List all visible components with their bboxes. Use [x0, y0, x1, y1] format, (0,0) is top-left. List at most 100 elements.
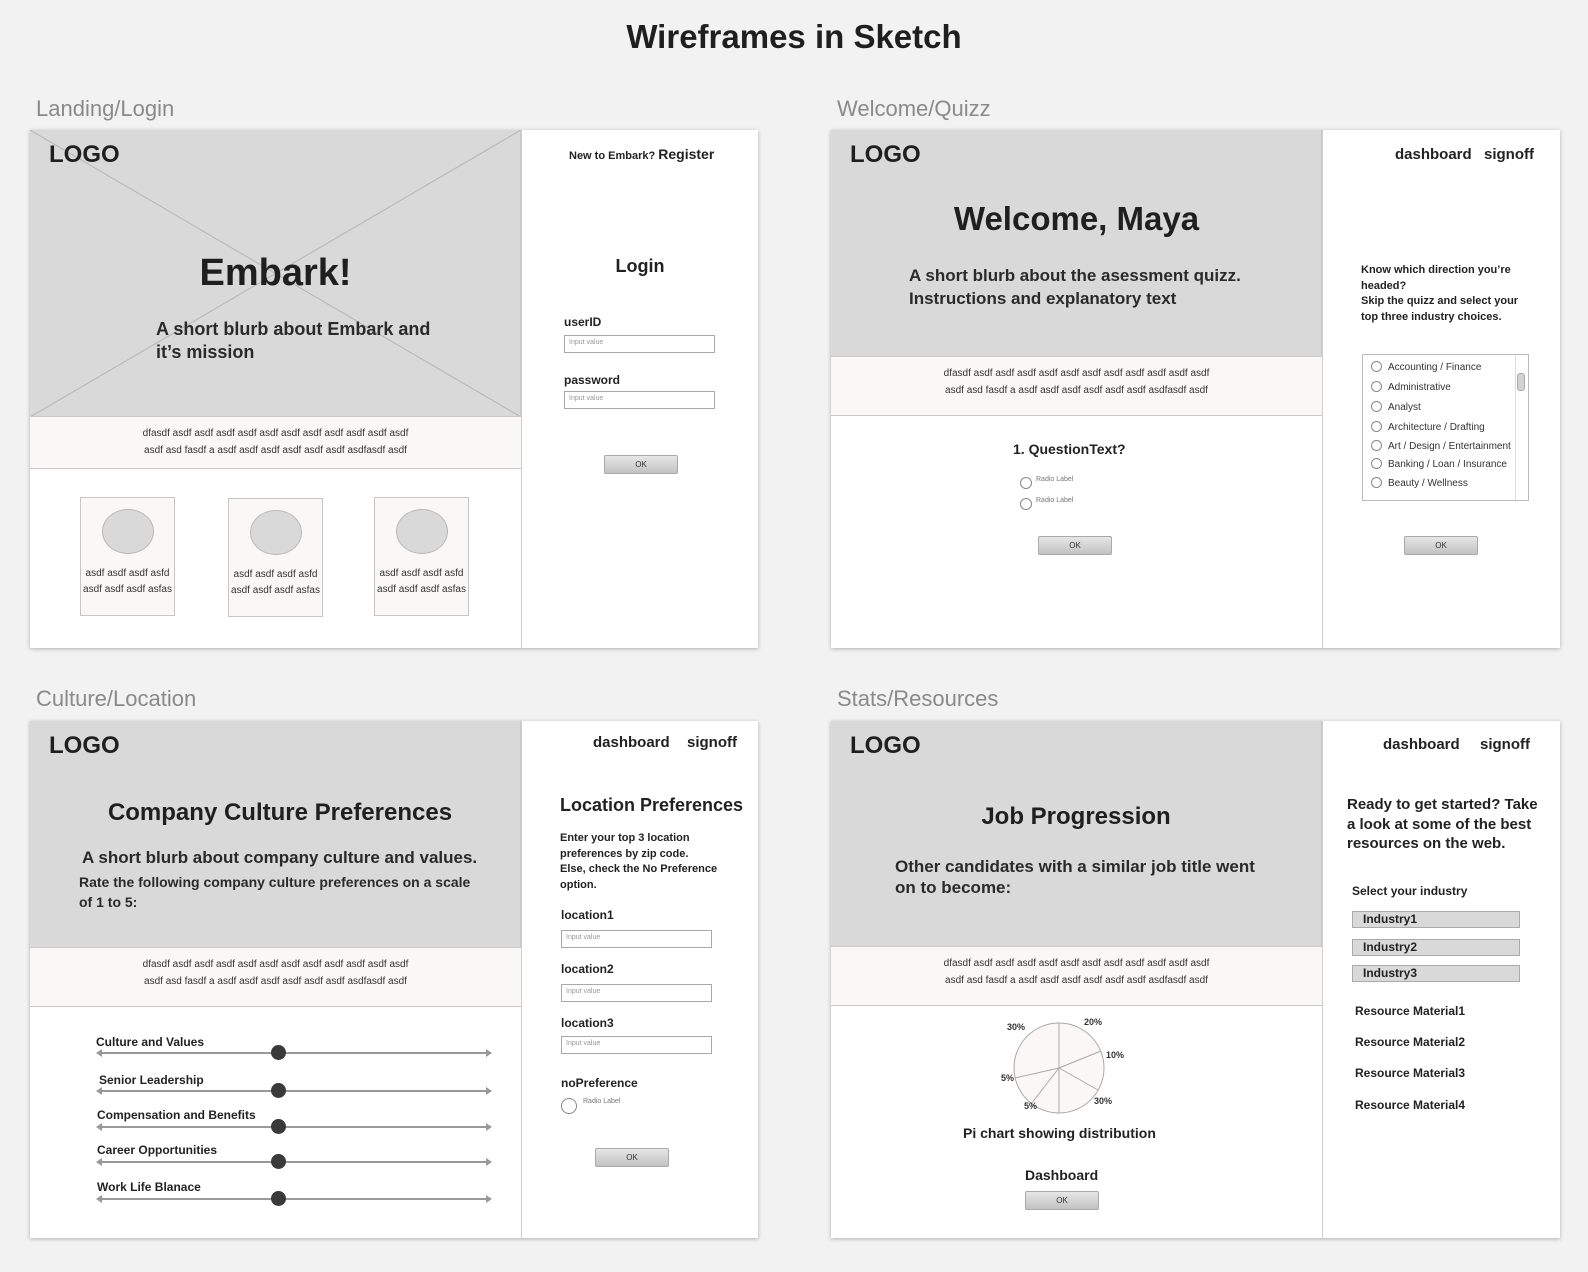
location2-input[interactable]: Input value — [561, 984, 712, 1002]
list-item[interactable]: Banking / Loan / Insurance — [1371, 458, 1507, 470]
feature-card[interactable]: asdf asdf asdf asfd asdf asdf asdf asfas — [80, 497, 175, 616]
info-strip: dfasdf asdf asdf asdf asdf asdf asdf asd… — [30, 416, 521, 469]
hero-instructions: Rate the following company culture prefe… — [79, 874, 471, 910]
artboard-label-welcome: Welcome/Quizz — [837, 96, 991, 121]
password-label: password — [564, 373, 621, 387]
location-instructions: Enter your top 3 location preferences by… — [560, 832, 718, 891]
radio-button[interactable] — [1371, 477, 1382, 488]
list-item[interactable]: Analyst — [1371, 401, 1421, 413]
radio-button[interactable] — [1371, 381, 1382, 392]
artboard-stats-resources: LOGO Job Progression Other candidates wi… — [831, 721, 1560, 1238]
logo[interactable]: LOGO — [49, 141, 120, 169]
scrollbar-thumb[interactable] — [1517, 373, 1525, 391]
info-strip: dfasdf asdf asdf asdf asdf asdf asdf asd… — [831, 356, 1322, 416]
nav-signoff[interactable]: signoff — [687, 734, 737, 751]
nav-dashboard[interactable]: dashboard — [593, 734, 670, 751]
career-opportunities-slider[interactable] — [96, 1158, 492, 1166]
industry-option[interactable]: Industry2 — [1352, 939, 1520, 956]
register-prompt: New to Embark? Register — [569, 146, 715, 162]
radio-button[interactable] — [1371, 401, 1382, 412]
hero-blurb: A short blurb about company culture and … — [82, 848, 478, 867]
location1-input[interactable]: Input value — [561, 930, 712, 948]
quiz-ok-button[interactable]: OK — [1038, 536, 1112, 555]
industry-ok-button[interactable]: OK — [1404, 536, 1478, 555]
pie-label: 20% — [1084, 1017, 1103, 1027]
panel-divider — [1322, 721, 1323, 1238]
slider-handle[interactable] — [271, 1191, 286, 1206]
radio-label: Radio Label — [583, 1098, 621, 1105]
resource-link[interactable]: Resource Material2 — [1355, 1035, 1465, 1049]
dashboard-heading: Dashboard — [1025, 1167, 1099, 1183]
feature-card[interactable]: asdf asdf asdf asfd asdf asdf asdf asfas — [228, 498, 323, 617]
avatar — [249, 510, 302, 555]
avatar — [395, 509, 448, 554]
list-item[interactable]: Beauty / Wellness — [1371, 477, 1468, 489]
dashboard-ok-button[interactable]: OK — [1025, 1191, 1099, 1210]
artboard-welcome-quizz: LOGO Welcome, Maya A short blurb about t… — [831, 130, 1560, 648]
info-strip: dfasdf asdf asdf asdf asdf asdf asdf asd… — [831, 946, 1322, 1006]
compensation-slider[interactable] — [96, 1123, 492, 1131]
list-item[interactable]: Art / Design / Entertainment — [1371, 440, 1511, 452]
hero-title: Company Culture Preferences — [107, 799, 453, 826]
radio-button[interactable] — [1020, 498, 1032, 510]
pie-label: 30% — [1094, 1096, 1113, 1106]
radio-label: Radio Label — [1036, 476, 1074, 483]
hero-blurb: Other candidates with a similar job titl… — [895, 857, 1255, 897]
register-link[interactable]: Register — [658, 146, 714, 162]
list-item[interactable]: Architecture / Drafting — [1371, 421, 1485, 433]
location-title: Location Preferences — [560, 795, 744, 815]
radio-button[interactable] — [1371, 458, 1382, 469]
userid-input[interactable]: Input value — [564, 335, 715, 353]
resource-link[interactable]: Resource Material1 — [1355, 1004, 1465, 1018]
slider-label: Senior Leadership — [99, 1073, 204, 1087]
nav-signoff[interactable]: signoff — [1480, 736, 1530, 753]
industry-option[interactable]: Industry3 — [1352, 965, 1520, 982]
hero-title: Embark! — [199, 252, 352, 294]
scrollbar[interactable] — [1515, 355, 1527, 500]
panel-divider — [521, 721, 522, 1238]
location3-input[interactable]: Input value — [561, 1036, 712, 1054]
list-item[interactable]: Administrative — [1371, 381, 1451, 393]
select-industry-label: Select your industry — [1352, 884, 1468, 898]
radio-button[interactable] — [1020, 477, 1032, 489]
work-life-balance-slider[interactable] — [96, 1195, 492, 1203]
feature-card[interactable]: asdf asdf asdf asfd asdf asdf asdf asfas — [374, 497, 469, 616]
logo[interactable]: LOGO — [49, 732, 120, 760]
nav-dashboard[interactable]: dashboard — [1395, 146, 1472, 163]
location-ok-button[interactable]: OK — [595, 1148, 669, 1167]
resource-link[interactable]: Resource Material4 — [1355, 1098, 1465, 1112]
culture-values-slider[interactable] — [96, 1049, 492, 1057]
radio-button[interactable] — [1371, 361, 1382, 372]
slider-handle[interactable] — [271, 1045, 286, 1060]
slider-handle[interactable] — [271, 1083, 286, 1098]
password-input[interactable]: Input value — [564, 391, 715, 409]
artboard-label-culture: Culture/Location — [36, 686, 197, 711]
senior-leadership-slider[interactable] — [96, 1087, 492, 1095]
panel-divider — [1322, 130, 1323, 648]
resource-link[interactable]: Resource Material3 — [1355, 1066, 1465, 1080]
hero-blurb: A short blurb about Embark and it’s miss… — [156, 319, 431, 362]
radio-button[interactable] — [1371, 440, 1382, 451]
no-preference-radio[interactable] — [561, 1098, 577, 1114]
hero-blurb: A short blurb about the asessment quizz.… — [909, 266, 1241, 308]
list-item[interactable]: Accounting / Finance — [1371, 361, 1481, 373]
industry-option[interactable]: Industry1 — [1352, 911, 1520, 928]
artboard-culture-location: LOGO Company Culture Preferences A short… — [30, 721, 758, 1238]
pie-caption: Pi chart showing distribution — [963, 1125, 1156, 1141]
artboard-label-stats: Stats/Resources — [837, 686, 999, 711]
pie-label: 5% — [1024, 1101, 1038, 1111]
resources-intro: Ready to get started? Take a look at som… — [1347, 796, 1538, 852]
pie-label: 5% — [1001, 1073, 1015, 1083]
login-ok-button[interactable]: OK — [604, 455, 678, 474]
hero-title: Job Progression — [981, 803, 1171, 830]
slider-handle[interactable] — [271, 1154, 286, 1169]
nav-dashboard[interactable]: dashboard — [1383, 736, 1460, 753]
nav-signoff[interactable]: signoff — [1484, 146, 1534, 163]
location1-label: location1 — [561, 908, 614, 922]
pie-label: 10% — [1106, 1050, 1125, 1060]
logo[interactable]: LOGO — [850, 732, 921, 760]
skip-quiz-text: Know which direction you’re headed? Skip… — [1361, 264, 1519, 323]
logo[interactable]: LOGO — [850, 141, 921, 169]
slider-handle[interactable] — [271, 1119, 286, 1134]
radio-button[interactable] — [1371, 421, 1382, 432]
